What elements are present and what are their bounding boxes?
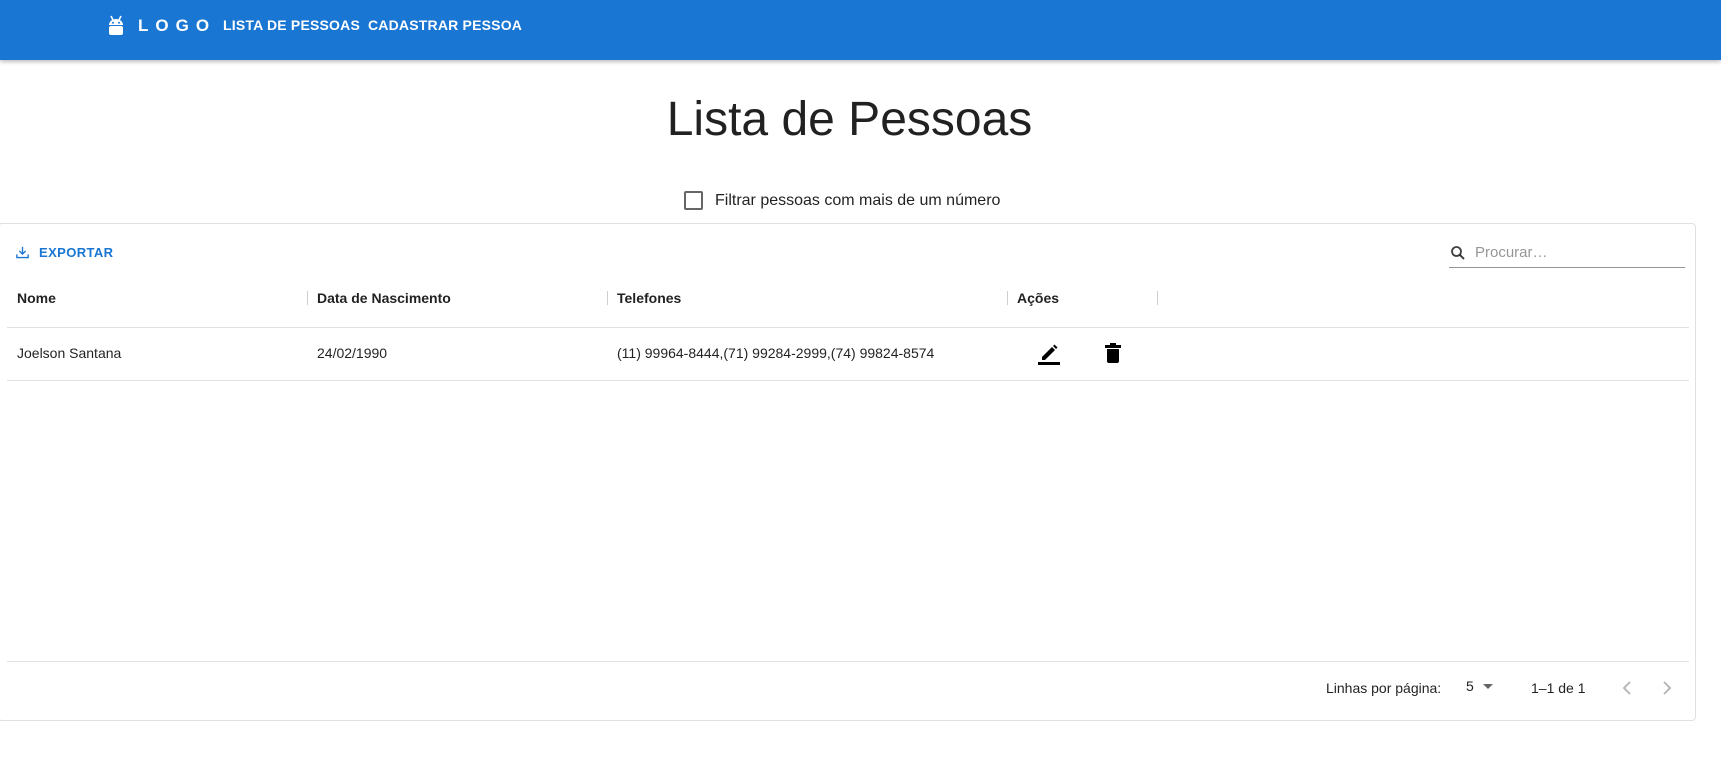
- cell-data-de-nascimento: 24/02/1990: [317, 345, 388, 361]
- chevron-left-icon[interactable]: [1619, 677, 1635, 699]
- filter-label: Filtrar pessoas com mais de um número: [715, 191, 1001, 209]
- header-divider: [7, 327, 1689, 328]
- chevron-down-icon: [1482, 684, 1493, 689]
- footer-divider: [7, 661, 1689, 662]
- pagination-range: 1–1 de 1: [1531, 680, 1586, 696]
- logo-text: LOGO: [138, 16, 217, 35]
- column-separator[interactable]: [307, 291, 308, 305]
- delete-icon[interactable]: [1105, 343, 1121, 363]
- nav-lista-de-pessoas[interactable]: LISTA DE PESSOAS: [223, 0, 360, 50]
- column-separator[interactable]: [607, 291, 608, 305]
- cell-telefones: (11) 99964-8444,(71) 99284-2999,(74) 998…: [617, 345, 935, 361]
- download-icon: [16, 246, 29, 259]
- export-label: EXPORTAR: [39, 245, 114, 260]
- rows-per-page-select[interactable]: 5: [1466, 678, 1494, 694]
- rows-per-page-value: 5: [1466, 678, 1474, 694]
- column-header-data-de-nascimento[interactable]: Data de Nascimento: [317, 290, 451, 306]
- data-grid: [0, 223, 1696, 721]
- edit-icon[interactable]: [1038, 342, 1060, 366]
- cell-nome: Joelson Santana: [17, 345, 122, 361]
- page-title: Lista de Pessoas: [666, 93, 1033, 146]
- column-header-telefones[interactable]: Telefones: [617, 290, 681, 306]
- column-header-acoes: Ações: [1017, 290, 1060, 306]
- logo[interactable]: LOGO: [107, 15, 216, 37]
- app-bar: LOGO LISTA DE PESSOAS CADASTRAR PESSOA: [0, 0, 1721, 60]
- search-icon: [1451, 245, 1465, 260]
- search-field[interactable]: [1449, 238, 1685, 268]
- column-separator[interactable]: [1157, 291, 1158, 305]
- android-icon: [109, 15, 123, 35]
- filter-checkbox[interactable]: [684, 191, 703, 210]
- filter-multiple-numbers[interactable]: Filtrar pessoas com mais de um número: [684, 191, 1000, 210]
- column-header-nome[interactable]: Nome: [17, 290, 56, 306]
- export-button[interactable]: EXPORTAR: [15, 245, 113, 260]
- row-divider: [7, 380, 1689, 381]
- column-separator[interactable]: [1007, 291, 1008, 305]
- chevron-right-icon[interactable]: [1659, 677, 1675, 699]
- rows-per-page-label: Linhas por página:: [1326, 680, 1442, 696]
- nav-cadastrar-pessoa[interactable]: CADASTRAR PESSOA: [368, 0, 522, 50]
- search-input[interactable]: [1473, 243, 1677, 262]
